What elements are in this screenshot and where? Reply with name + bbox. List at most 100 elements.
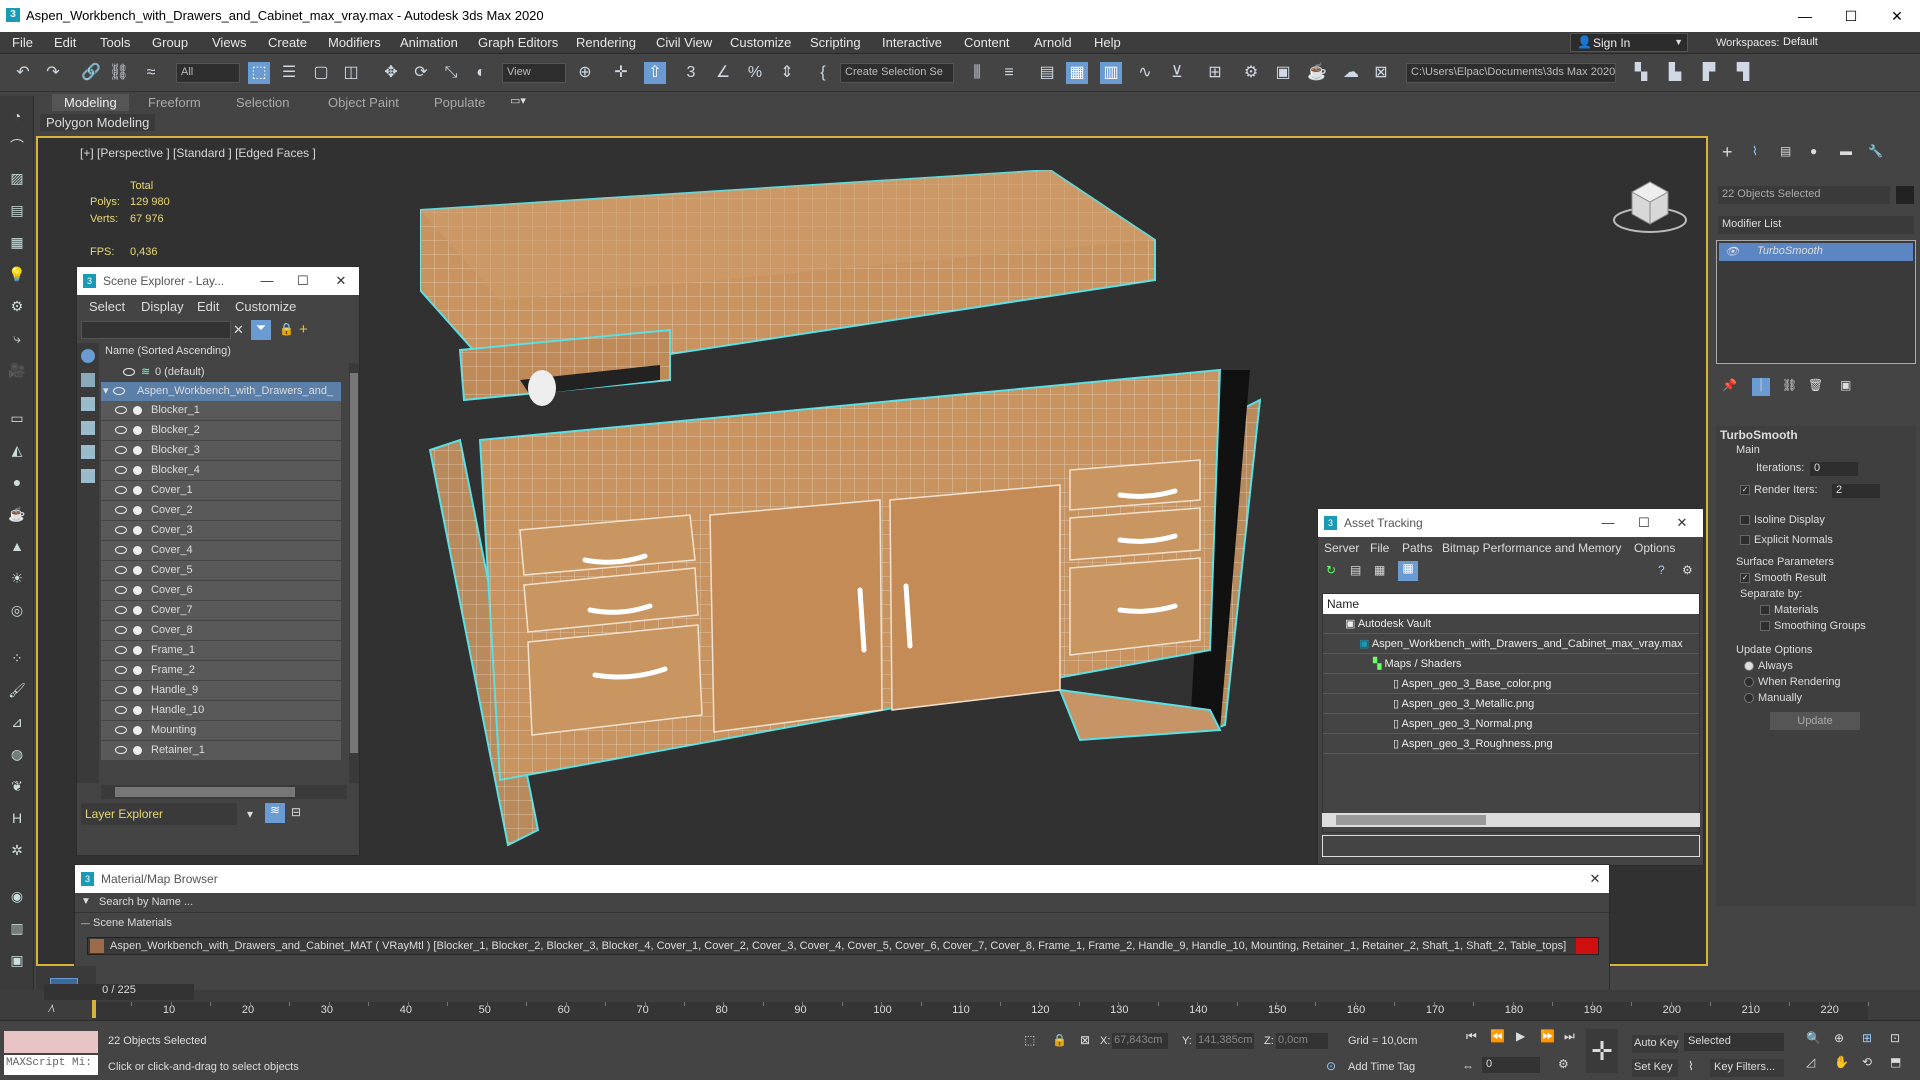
xref-icon[interactable]: ▛ bbox=[1698, 62, 1720, 84]
key-filters-icon[interactable]: ⌇ bbox=[1688, 1059, 1694, 1073]
object-row[interactable]: Cover_2 bbox=[101, 501, 341, 520]
select-object-icon[interactable]: ⬚ bbox=[248, 62, 270, 84]
sort-layers-icon[interactable]: ≋ bbox=[265, 803, 285, 823]
render-icon[interactable] bbox=[133, 646, 142, 655]
sun-icon[interactable]: ☀ bbox=[7, 568, 27, 588]
camera-icon[interactable]: 🎥 bbox=[7, 360, 27, 380]
filter-icon[interactable]: ⏷ bbox=[251, 320, 271, 340]
menu-help[interactable]: Help bbox=[1094, 35, 1121, 50]
eye-icon[interactable] bbox=[113, 387, 125, 395]
eye-icon[interactable] bbox=[123, 368, 135, 376]
help-icon[interactable]: ? bbox=[1658, 563, 1665, 577]
update-button[interactable]: Update bbox=[1770, 712, 1860, 730]
scene-icon[interactable]: ▣ bbox=[7, 950, 27, 970]
render-icon[interactable] bbox=[133, 506, 142, 515]
cameras-icon[interactable] bbox=[81, 445, 95, 459]
settings-icon[interactable]: ⚙ bbox=[1682, 563, 1693, 577]
object-row[interactable]: Cover_4 bbox=[101, 541, 341, 560]
eye-icon[interactable] bbox=[115, 506, 127, 514]
time-ruler[interactable]: 10 20 30 40 50 60 70 80 90 100 110 120 130 140 150 160 1… bbox=[92, 1002, 1869, 1020]
minimize-button[interactable]: — bbox=[1782, 0, 1828, 32]
orbit-icon[interactable]: ◔ bbox=[7, 106, 27, 126]
eye-icon[interactable] bbox=[115, 446, 127, 454]
sphere-icon[interactable]: ● bbox=[7, 472, 27, 492]
place-icon[interactable]: ◐ bbox=[470, 62, 492, 84]
eye-icon[interactable] bbox=[115, 406, 127, 414]
eye-icon[interactable] bbox=[115, 466, 127, 474]
object-row[interactable]: Cover_5 bbox=[101, 561, 341, 580]
object-row[interactable]: Handle_9 bbox=[101, 681, 341, 700]
asset-row-file[interactable]: ▯ Aspen_geo_3_Metallic.png bbox=[1323, 694, 1699, 714]
angle-snap-icon[interactable]: ∠ bbox=[712, 62, 734, 84]
percent-snap-icon[interactable]: % bbox=[744, 62, 766, 84]
eye-icon[interactable] bbox=[115, 686, 127, 694]
collapse-icon[interactable]: — bbox=[81, 918, 90, 928]
asset-row-file[interactable]: ▯ Aspen_geo_3_Normal.png bbox=[1323, 714, 1699, 734]
close-button[interactable]: ✕ bbox=[1874, 0, 1920, 32]
modify-tab-icon[interactable]: ⌇ bbox=[1752, 144, 1758, 158]
eye-icon[interactable] bbox=[115, 746, 127, 754]
time-cursor[interactable] bbox=[92, 1000, 96, 1018]
menu-civil-view[interactable]: Civil View bbox=[656, 35, 712, 50]
scene-explorer-icon[interactable]: ▥ bbox=[1100, 62, 1122, 84]
menu-arnold[interactable]: Arnold bbox=[1034, 35, 1072, 50]
zoom-icon[interactable]: 🔍 bbox=[1806, 1031, 1821, 1045]
scene-materials-group[interactable]: Scene Materials bbox=[93, 917, 172, 929]
maximize-icon[interactable]: ☐ bbox=[1624, 509, 1664, 537]
go-to-end-icon[interactable]: ⏭ bbox=[1564, 1029, 1575, 1044]
minimize-icon[interactable]: — bbox=[247, 267, 287, 295]
previous-frame-icon[interactable]: ⏪ bbox=[1490, 1029, 1505, 1043]
eye-icon[interactable] bbox=[115, 546, 127, 554]
menu-group[interactable]: Group bbox=[152, 35, 188, 50]
chevron-down-icon[interactable]: ▼ bbox=[81, 896, 91, 907]
workbench-model[interactable] bbox=[420, 170, 1440, 860]
object-row[interactable]: Cover_1 bbox=[101, 481, 341, 500]
state-sets-icon[interactable]: ▜ bbox=[1732, 62, 1754, 84]
table-view-icon[interactable]: ▦ bbox=[1398, 561, 1418, 581]
render-icon[interactable] bbox=[133, 626, 142, 635]
render-setup-icon[interactable]: ⚙ bbox=[1240, 62, 1262, 84]
set-key-mode-button[interactable]: Set Key bbox=[1632, 1059, 1678, 1077]
rendered-frame-window-icon[interactable]: ▣ bbox=[1272, 62, 1294, 84]
move-icon[interactable]: ✥ bbox=[380, 62, 402, 84]
layer-explorer-dropdown[interactable]: Layer Explorer bbox=[81, 803, 237, 825]
material-browser-titlebar[interactable]: 3 Material/Map Browser ✕ bbox=[75, 865, 1609, 893]
workspaces-dropdown[interactable]: Default bbox=[1780, 33, 1914, 52]
eye-icon[interactable] bbox=[115, 566, 127, 574]
rollout-title[interactable]: TurboSmooth bbox=[1720, 428, 1912, 442]
menu-bitmap-performance[interactable]: Bitmap Performance and Memory bbox=[1442, 541, 1621, 555]
search-input[interactable] bbox=[81, 321, 231, 339]
hierarchy-toggle-icon[interactable]: ⊟ bbox=[291, 805, 301, 819]
eye-icon[interactable] bbox=[115, 646, 127, 654]
eye-icon[interactable] bbox=[115, 726, 127, 734]
orbit-icon[interactable]: ⟲ bbox=[1862, 1055, 1872, 1069]
tab-object-paint[interactable]: Object Paint bbox=[328, 95, 399, 110]
lights-icon[interactable] bbox=[81, 421, 95, 435]
maxscript-listener-top[interactable] bbox=[4, 1031, 98, 1053]
refresh-icon[interactable]: ↻ bbox=[1326, 563, 1336, 577]
geometry-icon[interactable] bbox=[81, 373, 95, 387]
tab-freeform[interactable]: Freeform bbox=[148, 95, 201, 110]
select-manipulate-icon[interactable]: ✛ bbox=[610, 62, 632, 84]
mirror-icon[interactable]: ⫼ bbox=[966, 62, 988, 84]
tab-selection[interactable]: Selection bbox=[236, 95, 289, 110]
render-icon[interactable] bbox=[133, 406, 142, 415]
object-row[interactable]: Handle_10 bbox=[101, 701, 341, 720]
eye-icon[interactable] bbox=[115, 526, 127, 534]
go-to-start-icon[interactable]: ⏮ bbox=[1466, 1029, 1477, 1044]
render-icon[interactable] bbox=[133, 746, 142, 755]
object-row[interactable]: Cover_3 bbox=[101, 521, 341, 540]
zoom-extents-all-icon[interactable]: ⊡ bbox=[1890, 1031, 1900, 1045]
link-icon[interactable]: 🔗 bbox=[80, 62, 102, 84]
snaps-toggle-icon[interactable]: 3 bbox=[680, 62, 702, 84]
render-icon[interactable] bbox=[133, 606, 142, 615]
time-slider[interactable]: 0 / 225 bbox=[44, 984, 194, 1000]
lock-icon[interactable]: 🔒 bbox=[279, 322, 294, 336]
smoothing-groups-checkbox[interactable] bbox=[1760, 621, 1770, 632]
redo-icon[interactable]: ↷ bbox=[42, 62, 64, 84]
render-icon[interactable] bbox=[133, 426, 142, 435]
menu-select[interactable]: Select bbox=[89, 299, 125, 314]
leaf-icon[interactable]: ❦ bbox=[7, 776, 27, 796]
minimize-icon[interactable]: — bbox=[1588, 509, 1628, 537]
horizontal-scrollbar[interactable] bbox=[101, 785, 347, 799]
